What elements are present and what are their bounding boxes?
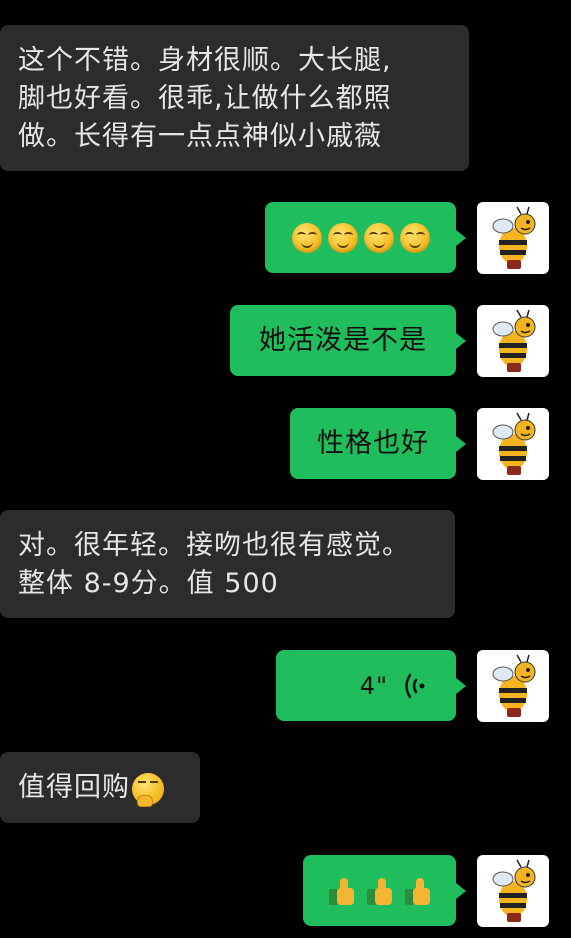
message-line: 做。长得有一点点神似小戚薇 bbox=[18, 121, 382, 152]
user-avatar[interactable] bbox=[477, 305, 549, 377]
user-avatar[interactable] bbox=[477, 408, 549, 480]
message-line: 对。很年轻。接吻也很有感觉。 bbox=[18, 530, 410, 561]
message-text: 值得回购 bbox=[18, 772, 130, 803]
outgoing-message-bubble[interactable]: 性格也好 bbox=[290, 408, 466, 479]
bee-mascot-avatar bbox=[492, 654, 536, 717]
user-avatar[interactable] bbox=[477, 855, 549, 927]
outgoing-message-bubble[interactable]: 她活泼是不是 bbox=[230, 305, 466, 376]
message-text: 性格也好 bbox=[317, 427, 429, 459]
bee-mascot-avatar bbox=[492, 309, 536, 372]
smirk-face-emoji bbox=[399, 222, 430, 253]
incoming-message-bubble[interactable]: 值得回购 bbox=[0, 752, 200, 823]
incoming-message-bubble[interactable]: 这个不错。身材很顺。大长腿, 脚也好看。很乖,让做什么都照 做。长得有一点点神似… bbox=[0, 25, 469, 171]
bee-mascot-avatar bbox=[492, 206, 536, 269]
smirk-face-emoji bbox=[291, 222, 322, 253]
message-line: 这个不错。身材很顺。大长腿, bbox=[18, 45, 392, 76]
thumbs-up-emoji bbox=[327, 875, 357, 907]
user-avatar[interactable] bbox=[477, 202, 549, 274]
thinking-face-emoji bbox=[132, 772, 164, 807]
incoming-message-bubble[interactable]: 对。很年轻。接吻也很有感觉。 整体 8-9分。值 500 bbox=[0, 510, 455, 618]
outgoing-message-bubble[interactable] bbox=[303, 855, 466, 926]
voice-duration: 4" bbox=[359, 671, 388, 700]
outgoing-message-bubble[interactable] bbox=[265, 202, 466, 273]
emoji-row bbox=[265, 222, 456, 253]
message-line: 脚也好看。很乖,让做什么都照 bbox=[18, 83, 392, 114]
voice-message-bubble[interactable]: 4" bbox=[276, 650, 466, 721]
message-line: 整体 8-9分。值 500 bbox=[18, 568, 279, 599]
bee-mascot-avatar bbox=[492, 412, 536, 475]
smirk-face-emoji bbox=[327, 222, 358, 253]
user-avatar[interactable] bbox=[477, 650, 549, 722]
voice-message-content: 4" bbox=[360, 667, 426, 705]
emoji-row bbox=[303, 875, 456, 907]
message-text: 她活泼是不是 bbox=[259, 324, 427, 356]
thumbs-up-emoji bbox=[365, 875, 395, 907]
smirk-face-emoji bbox=[363, 222, 394, 253]
thumbs-up-emoji bbox=[403, 875, 433, 907]
bee-mascot-avatar bbox=[492, 859, 536, 922]
voice-wave-icon bbox=[405, 673, 425, 698]
